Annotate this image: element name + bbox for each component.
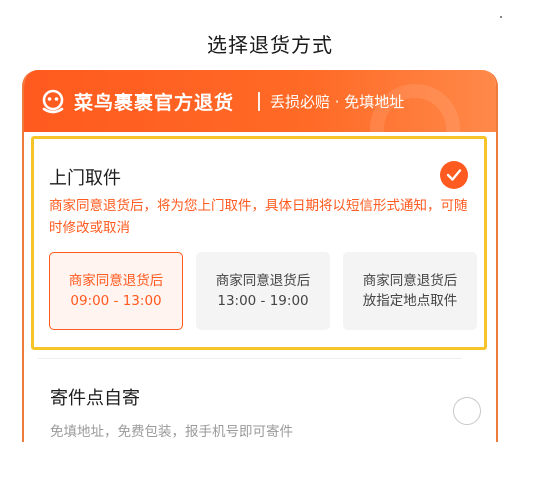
- selected-check-icon[interactable]: [440, 161, 468, 189]
- option-home-pickup[interactable]: 上门取件 商家同意退货后，将为您上门取件，具体日期将以短信形式通知，可随时修改或…: [31, 136, 487, 350]
- divider: [38, 358, 462, 359]
- card-brand-title: 菜鸟裹裹官方退货: [74, 92, 235, 114]
- option-self-dropoff-radio[interactable]: [453, 397, 481, 425]
- check-icon: [446, 169, 462, 181]
- slot-time: 放指定地点取件: [362, 293, 458, 309]
- header-separator: [258, 92, 260, 111]
- card-subtitle: 丢损必赔 · 免填地址: [270, 93, 405, 111]
- slot-label: 商家同意退货后: [215, 273, 311, 289]
- cainiao-logo-icon: [42, 89, 64, 114]
- slot-time: 13:00 - 19:00: [217, 293, 309, 309]
- card-header: 菜鸟裹裹官方退货 丢损必赔 · 免填地址: [24, 70, 496, 174]
- option-self-dropoff-description: 免填地址，免费包装，报手机号即可寄件: [50, 424, 293, 440]
- slot-time: 09:00 - 13:00: [70, 293, 162, 309]
- status-dot: [500, 16, 502, 18]
- slot-label: 商家同意退货后: [362, 273, 458, 289]
- option-description: 商家同意退货后，将为您上门取件，具体日期将以短信形式通知，可随时修改或取消: [49, 198, 468, 236]
- slot-label: 商家同意退货后: [68, 273, 164, 289]
- pickup-slot-designated-place[interactable]: 商家同意退货后 放指定地点取件: [343, 252, 477, 330]
- page-title: 选择退货方式: [207, 33, 333, 57]
- pickup-slot-afternoon[interactable]: 商家同意退货后 13:00 - 19:00: [196, 252, 330, 330]
- pickup-slot-morning[interactable]: 商家同意退货后 09:00 - 13:00: [49, 252, 183, 330]
- option-title: 上门取件: [49, 168, 121, 189]
- option-self-dropoff-title[interactable]: 寄件点自寄: [50, 384, 140, 410]
